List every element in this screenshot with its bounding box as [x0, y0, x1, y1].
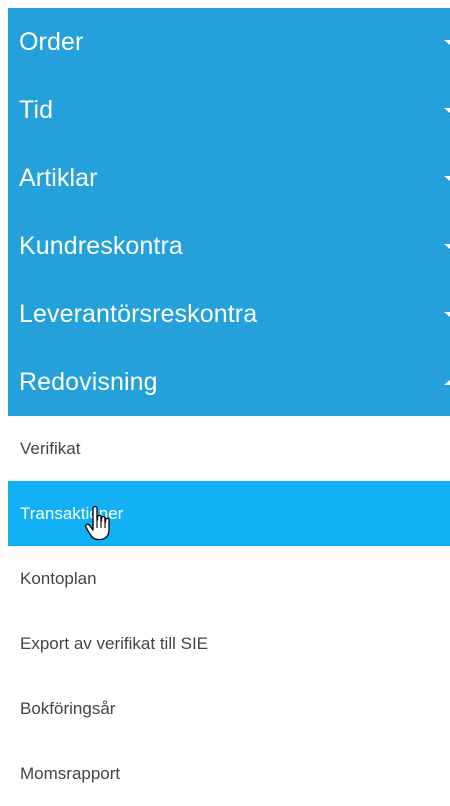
navigation-menu: Order Tid Artiklar Kundreskontra Leveran…: [8, 8, 450, 806]
menu-section-label: Redovisning: [19, 367, 158, 396]
menu-section-leverantorsreskontra[interactable]: Leverantörsreskontra: [8, 280, 450, 348]
menu-section-order[interactable]: Order: [8, 8, 450, 76]
menu-section-label: Order: [19, 27, 84, 56]
submenu-item-transaktioner[interactable]: Transaktioner: [8, 481, 450, 546]
chevron-down-icon: [444, 107, 450, 113]
submenu-item-momsrapport[interactable]: Momsrapport: [8, 741, 450, 806]
submenu-item-label: Verifikat: [20, 438, 81, 458]
menu-section-tid[interactable]: Tid: [8, 76, 450, 144]
menu-section-label: Leverantörsreskontra: [19, 299, 258, 328]
menu-section-redovisning[interactable]: Redovisning: [8, 348, 450, 416]
submenu-item-kontoplan[interactable]: Kontoplan: [8, 546, 450, 611]
chevron-up-icon: [444, 379, 450, 385]
menu-section-label: Tid: [19, 95, 54, 124]
menu-section-label: Kundreskontra: [19, 231, 183, 260]
submenu-item-verifikat[interactable]: Verifikat: [8, 416, 450, 481]
menu-section-kundreskontra[interactable]: Kundreskontra: [8, 212, 450, 280]
chevron-down-icon: [444, 243, 450, 249]
hand-pointer-icon: [84, 506, 110, 541]
chevron-down-icon: [444, 175, 450, 181]
submenu-item-label: Kontoplan: [20, 568, 97, 588]
submenu-item-label: Momsrapport: [20, 763, 121, 783]
chevron-down-icon: [444, 39, 450, 45]
submenu-item-bokforingsar[interactable]: Bokföringsår: [8, 676, 450, 741]
submenu-item-label: Bokföringsår: [20, 698, 116, 718]
chevron-down-icon: [444, 311, 450, 317]
redovisning-submenu: Verifikat Transaktioner Kontoplan Export…: [8, 416, 450, 806]
submenu-item-export-sie[interactable]: Export av verifikat till SIE: [8, 611, 450, 676]
submenu-item-label: Export av verifikat till SIE: [20, 633, 209, 653]
menu-section-artiklar[interactable]: Artiklar: [8, 144, 450, 212]
menu-section-label: Artiklar: [19, 163, 98, 192]
